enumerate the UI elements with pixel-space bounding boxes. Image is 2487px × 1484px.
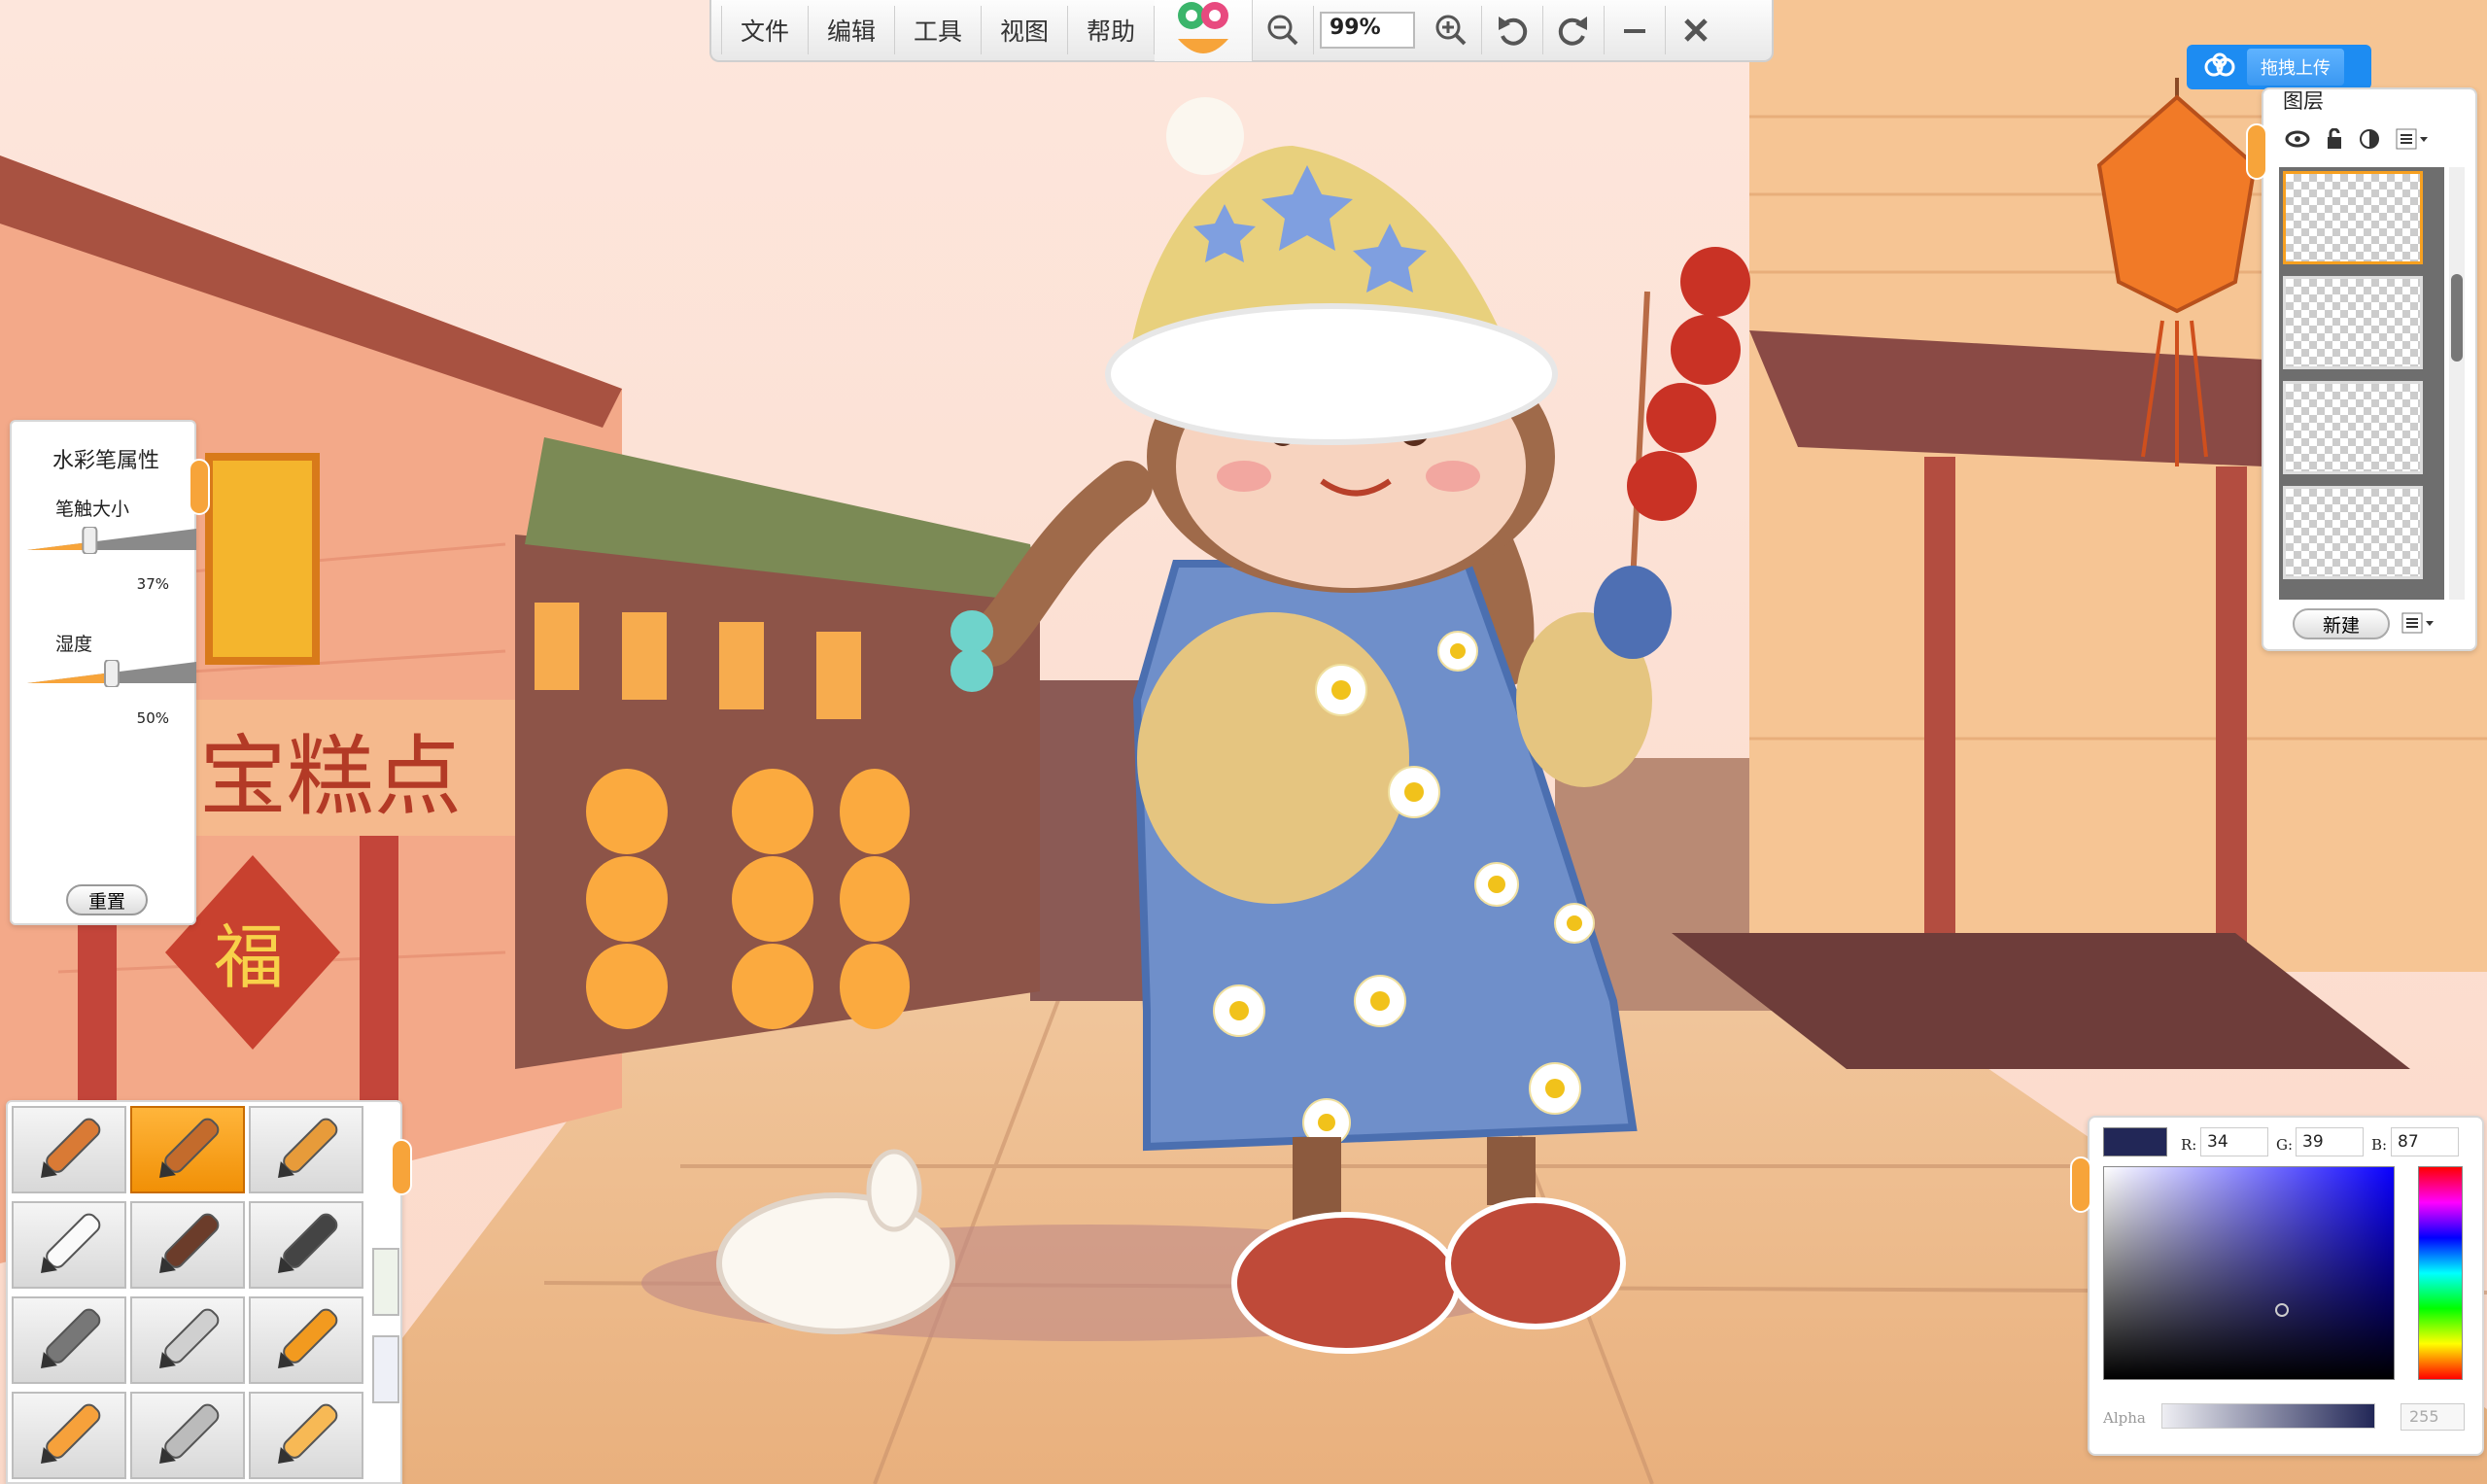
- tool-roller[interactable]: [249, 1296, 363, 1384]
- tool-marker[interactable]: [249, 1106, 363, 1193]
- color-collapse-handle[interactable]: [2070, 1156, 2091, 1213]
- layer-thumbnail[interactable]: [2283, 171, 2423, 264]
- tool-scroll-down[interactable]: [372, 1335, 399, 1403]
- layer-menu-icon[interactable]: [2396, 128, 2429, 154]
- tool-ink-brush[interactable]: [249, 1201, 363, 1289]
- current-color-swatch: [2103, 1127, 2167, 1156]
- alpha-label: Alpha: [2103, 1409, 2146, 1427]
- collapse-handle[interactable]: [189, 459, 210, 515]
- new-layer-button[interactable]: 新建: [2293, 608, 2390, 639]
- flat-brush-icon: [159, 1213, 220, 1273]
- r-label: R:: [2181, 1136, 2197, 1154]
- layer-scrollbar[interactable]: [2449, 167, 2465, 600]
- upload-label: 拖拽上传: [2247, 49, 2344, 86]
- brush-size-value: 37%: [136, 575, 169, 593]
- tool-flat-brush[interactable]: [130, 1201, 245, 1289]
- menu-view[interactable]: 视图: [982, 6, 1068, 54]
- shop-sign-text: 宝糕点: [199, 726, 462, 828]
- brush-size-slider[interactable]: [25, 527, 198, 554]
- menu-tools[interactable]: 工具: [895, 6, 982, 54]
- alpha-input[interactable]: 255: [2401, 1403, 2465, 1431]
- zoom-in-icon[interactable]: [1421, 6, 1482, 54]
- tool-fan-brush[interactable]: [130, 1392, 245, 1479]
- g-input[interactable]: 39: [2296, 1127, 2364, 1156]
- app-logo-icon: [1155, 0, 1253, 61]
- eye-icon[interactable]: [2285, 130, 2310, 152]
- layer-thumbnail[interactable]: [2283, 381, 2423, 474]
- tool-airbrush[interactable]: [12, 1296, 126, 1384]
- fan-brush-icon: [159, 1403, 220, 1464]
- r-input[interactable]: 34: [2200, 1127, 2268, 1156]
- layers-title: 图层: [2283, 89, 2324, 113]
- top-toolbar: 文件 编辑 工具 视图 帮助 99%: [709, 0, 1774, 62]
- layers-panel: 图层 新建: [2246, 87, 2477, 651]
- eraser-icon: [41, 1213, 101, 1273]
- tool-pencil[interactable]: [12, 1106, 126, 1193]
- watercolor-brush-icon: [159, 1118, 220, 1178]
- roller-icon: [278, 1308, 338, 1368]
- color-picker-cursor[interactable]: [2275, 1303, 2289, 1317]
- pencil-icon: [41, 1118, 101, 1178]
- highlighter-icon: [278, 1403, 338, 1464]
- close-icon[interactable]: [1666, 6, 1726, 54]
- redo-icon[interactable]: [1543, 6, 1605, 54]
- cloud-icon: [2202, 52, 2237, 83]
- wetness-label: 湿度: [55, 634, 93, 655]
- tool-scroll-up[interactable]: [372, 1248, 399, 1316]
- tool-crayon[interactable]: [12, 1392, 126, 1479]
- wetness-slider[interactable]: [25, 660, 198, 687]
- ink-brush-icon: [278, 1213, 338, 1273]
- undo-icon[interactable]: [1482, 6, 1543, 54]
- color-picker-panel: R: 34 G: 39 B: 87 Alpha 255: [2070, 1116, 2484, 1456]
- wetness-value: 50%: [136, 709, 169, 727]
- layer-options-icon[interactable]: [2401, 612, 2435, 638]
- menu-help[interactable]: 帮助: [1068, 6, 1155, 54]
- tool-palette: [6, 1100, 412, 1484]
- menu-file[interactable]: 文件: [721, 6, 809, 54]
- brush-size-label: 笔触大小: [55, 499, 130, 520]
- lock-icon[interactable]: [2326, 127, 2343, 154]
- zoom-level-input[interactable]: 99%: [1320, 12, 1415, 49]
- layers-collapse-handle[interactable]: [2246, 123, 2267, 180]
- g-label: G:: [2276, 1136, 2294, 1154]
- layer-list: [2279, 167, 2444, 600]
- hue-slider[interactable]: [2418, 1166, 2463, 1380]
- tool-watercolor-brush[interactable]: [130, 1106, 245, 1193]
- saturation-value-field[interactable]: [2103, 1166, 2395, 1380]
- tool-collapse-handle[interactable]: [391, 1139, 412, 1195]
- menu-edit[interactable]: 编辑: [809, 6, 895, 54]
- layer-thumbnail[interactable]: [2283, 276, 2423, 369]
- panel-title: 水彩笔属性: [52, 449, 160, 473]
- b-input[interactable]: 87: [2391, 1127, 2459, 1156]
- opacity-icon[interactable]: [2359, 128, 2380, 154]
- brush-properties-panel: 水彩笔属性 笔触大小 37% 湿度 50% 重置: [10, 420, 210, 925]
- layer-thumbnail[interactable]: [2283, 486, 2423, 579]
- reset-button[interactable]: 重置: [66, 884, 148, 915]
- tool-highlighter[interactable]: [249, 1392, 363, 1479]
- alpha-slider[interactable]: [2161, 1403, 2375, 1429]
- tool-eraser[interactable]: [12, 1201, 126, 1289]
- b-label: B:: [2371, 1136, 2388, 1154]
- marker-icon: [278, 1118, 338, 1178]
- palette-knife-icon: [159, 1308, 220, 1368]
- tool-palette-knife[interactable]: [130, 1296, 245, 1384]
- crayon-icon: [41, 1403, 101, 1464]
- zoom-out-icon[interactable]: [1253, 6, 1314, 54]
- drag-upload-button[interactable]: 拖拽上传: [2187, 45, 2371, 89]
- minimize-icon[interactable]: [1605, 6, 1666, 54]
- fu-character: 福: [214, 916, 284, 998]
- airbrush-icon: [41, 1308, 101, 1368]
